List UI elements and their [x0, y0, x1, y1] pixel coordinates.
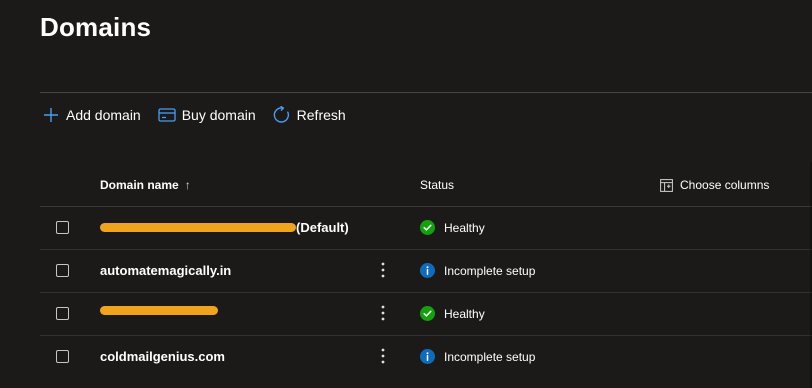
info-circle-icon: [420, 263, 435, 278]
status-text: Healthy: [444, 220, 485, 235]
redaction-mark: [100, 223, 296, 232]
add-domain-label: Add domain: [66, 107, 141, 123]
domain-name[interactable]: coldmailgenius.com: [100, 349, 225, 364]
row-checkbox[interactable]: [56, 307, 69, 320]
columns-icon: [660, 178, 673, 192]
table-row[interactable]: coldmailgenius.com Incomplete setup: [40, 336, 812, 378]
status-badge: Incomplete setup: [420, 263, 535, 278]
add-domain-button[interactable]: Add domain: [40, 104, 141, 126]
refresh-icon: [271, 104, 293, 126]
status-badge: Healthy: [420, 220, 485, 235]
table-row[interactable]: (Default) Healthy: [40, 207, 812, 250]
card-icon: [156, 104, 178, 126]
choose-columns-button[interactable]: Choose columns: [660, 178, 769, 192]
redaction-mark: [100, 306, 218, 315]
domain-name-text: automatemagically.in: [100, 263, 232, 278]
row-checkbox[interactable]: [56, 221, 69, 234]
table-row[interactable]: Healthy: [40, 293, 812, 336]
status-badge: Healthy: [420, 306, 485, 321]
domain-name[interactable]: automatemagically.in: [100, 263, 231, 278]
choose-columns-label: Choose columns: [680, 178, 770, 192]
refresh-button[interactable]: Refresh: [271, 104, 346, 126]
default-label: (Default): [296, 220, 349, 235]
check-circle-icon: [420, 220, 435, 235]
title-divider: [40, 92, 812, 93]
status-text: Incomplete setup: [444, 263, 536, 278]
toolbar: Add domain Buy domain Refresh: [40, 103, 361, 127]
column-header-domain-name-label: Domain name: [100, 178, 179, 192]
domains-page: Domains Add domain Buy domain Refresh Do…: [0, 0, 812, 388]
buy-domain-label: Buy domain: [181, 107, 256, 123]
column-header-domain-name[interactable]: Domain name ↑: [100, 178, 191, 192]
check-circle-icon: [420, 306, 435, 321]
status-text: Incomplete setup: [444, 349, 536, 364]
domain-name[interactable]: [100, 306, 218, 315]
sort-ascending-icon: ↑: [184, 178, 191, 192]
more-options-icon[interactable]: [378, 260, 388, 280]
table-header: Domain name ↑ Status Choose columns: [40, 162, 812, 207]
row-checkbox[interactable]: [56, 350, 69, 363]
domain-name[interactable]: (Default): [100, 220, 349, 235]
row-checkbox[interactable]: [56, 264, 69, 277]
plus-icon: [40, 104, 62, 126]
refresh-label: Refresh: [296, 107, 346, 123]
more-options-icon[interactable]: [378, 303, 388, 323]
page-title: Domains: [40, 12, 152, 42]
more-options-icon[interactable]: [378, 346, 388, 366]
domain-name-text: coldmailgenius.com: [100, 349, 225, 364]
table-row[interactable]: automatemagically.in Incomplete setup: [40, 250, 812, 293]
column-header-status[interactable]: Status: [420, 178, 454, 192]
status-badge: Incomplete setup: [420, 349, 535, 364]
info-circle-icon: [420, 349, 435, 364]
buy-domain-button[interactable]: Buy domain: [156, 104, 256, 126]
status-text: Healthy: [444, 306, 485, 321]
domains-table: Domain name ↑ Status Choose columns (Def…: [40, 162, 812, 378]
